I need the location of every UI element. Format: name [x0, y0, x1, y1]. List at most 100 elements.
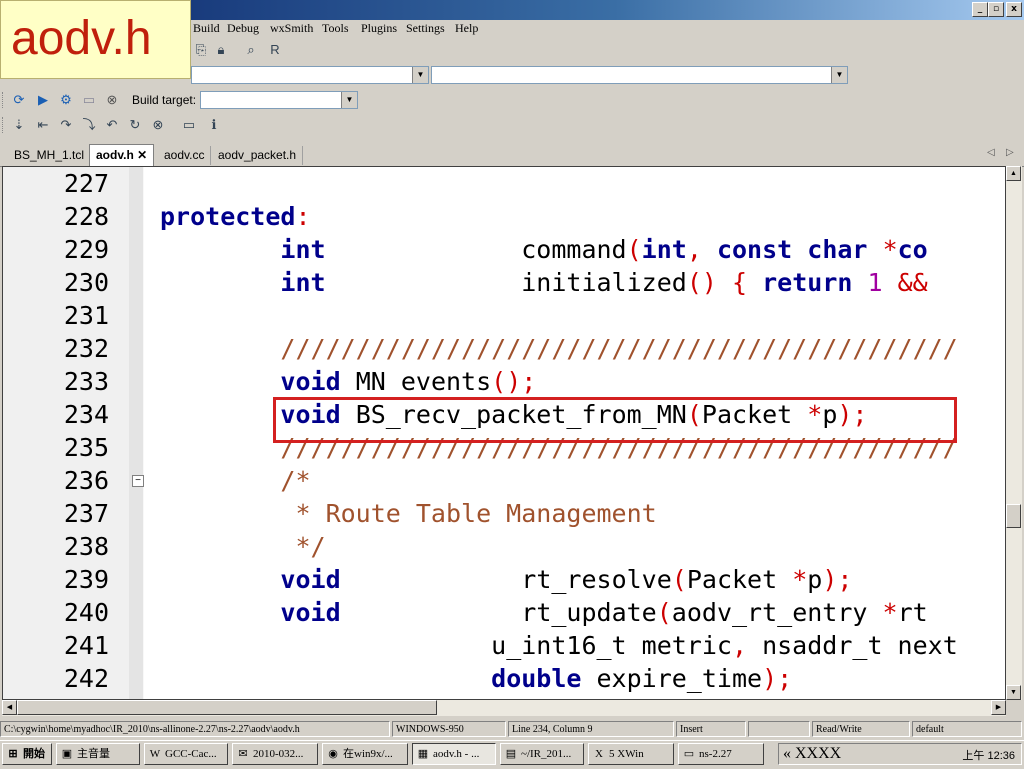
step-out-icon[interactable]: ↶ [103, 116, 121, 134]
horizontal-scrollbar[interactable]: ◀ ▶ [2, 700, 1006, 716]
run-to-cursor-icon[interactable]: ⇤ [34, 116, 52, 134]
menu-help[interactable]: Help [455, 21, 478, 36]
status-access: Read/Write [812, 721, 910, 737]
code-line[interactable]: 231 [3, 299, 1005, 332]
code-line[interactable]: 232 ////////////////////////////////////… [3, 332, 1005, 365]
tab-bs-mh-1-tcl[interactable]: BS_MH_1.tcl [8, 146, 92, 165]
chevron-down-icon[interactable]: ▼ [341, 92, 357, 108]
line-number: 233 [63, 367, 109, 396]
taskbar-item[interactable]: ✉ 2010-032... [232, 743, 318, 765]
start-button[interactable]: ⊞ 開始 [2, 743, 52, 765]
code-line[interactable]: 229 int command(int, const char *co [3, 233, 1005, 266]
clock[interactable]: 上午 12:36 [962, 747, 1015, 763]
code-line[interactable]: 233 void MN events(); [3, 365, 1005, 398]
scroll-down-icon[interactable]: ▼ [1006, 685, 1021, 700]
restore-button[interactable]: ▫ [988, 2, 1004, 17]
code-line[interactable]: 241 u_int16_t metric, nsaddr_t next [3, 629, 1005, 662]
vertical-scroll-thumb[interactable] [1006, 504, 1021, 528]
menu-settings[interactable]: Settings [406, 21, 445, 36]
tab-scroll-right-icon[interactable]: ▷ [1006, 147, 1014, 158]
status-file-path: C:\cygwin\home\myadhoc\IR_2010\ns-allino… [0, 721, 390, 737]
taskbar-item[interactable]: ▤ ~/IR_201... [500, 743, 584, 765]
replace-icon[interactable]: R [266, 41, 284, 59]
function-dropdown[interactable]: ▼ [431, 66, 848, 84]
code-line[interactable]: 237 * Route Table Management [3, 497, 1005, 530]
code-text: int command(int, const char *co [160, 233, 927, 266]
vertical-scrollbar[interactable]: ▲ ▼ [1006, 166, 1022, 700]
code-line[interactable]: 236 /* [3, 464, 1005, 497]
toolbar-grip[interactable] [2, 117, 6, 133]
line-number: 236 [63, 466, 109, 495]
step-into-icon[interactable]: ⤵ [80, 116, 98, 134]
paste-icon[interactable]: ⎘ [192, 41, 210, 59]
scroll-left-icon[interactable]: ◀ [2, 700, 17, 715]
close-tab-icon[interactable]: ✕ [137, 148, 147, 162]
taskbar-item-label: ~/IR_201... [521, 748, 572, 760]
code-token: * [882, 235, 898, 264]
tab-aodv-cc[interactable]: aodv.cc [158, 146, 212, 165]
lock-icon[interactable]: 🔒︎ [212, 41, 230, 59]
chevron-down-icon[interactable]: ▼ [412, 67, 428, 83]
collapse-icon[interactable]: − [132, 475, 144, 487]
next-line-icon[interactable]: ↷ [57, 116, 75, 134]
debug-windows-icon[interactable]: ▭ [180, 116, 198, 134]
debug-continue-icon[interactable]: ⇣ [10, 116, 28, 134]
code-token: , [731, 631, 748, 660]
taskbar-item[interactable]: ◉ 在win9x/... [322, 743, 408, 765]
horizontal-scroll-thumb[interactable] [17, 700, 437, 715]
menu-debug[interactable]: Debug [227, 21, 259, 36]
xwin-icon: X [595, 748, 603, 760]
run-icon[interactable]: ▶ [34, 91, 52, 109]
rebuild-icon[interactable]: ▭ [80, 91, 98, 109]
info-icon[interactable]: ℹ [205, 116, 223, 134]
find-icon[interactable]: ⌕ [242, 41, 260, 59]
line-number: 228 [63, 202, 109, 231]
close-window-button[interactable]: x [1006, 2, 1022, 17]
build-run-icon[interactable]: ⚙ [57, 91, 75, 109]
code-text: /* [160, 464, 310, 497]
tab-scroll-left-icon[interactable]: ◁ [987, 147, 995, 158]
tab-label: BS_MH_1.tcl [14, 148, 85, 162]
menu-wxsmith[interactable]: wxSmith [270, 21, 313, 36]
stop-debug-icon[interactable]: ⊗ [149, 116, 167, 134]
line-number: 234 [63, 400, 109, 429]
scroll-right-icon[interactable]: ▶ [991, 700, 1006, 715]
abort-icon[interactable]: ⊗ [103, 91, 121, 109]
code-line[interactable]: 230 int initialized() { return 1 && [3, 266, 1005, 299]
taskbar-item[interactable]: ▭ ns-2.27 [678, 743, 764, 765]
code-token: ); [762, 664, 793, 693]
code-token: int [641, 235, 687, 264]
scope-dropdown[interactable]: ▼ [191, 66, 429, 84]
menu-build[interactable]: Build [193, 21, 220, 36]
code-line[interactable]: 238 */ [3, 530, 1005, 563]
tray-icons[interactable]: « XXXX [783, 745, 841, 763]
taskbar-item-active[interactable]: ▦ aodv.h - ... [412, 743, 496, 765]
build-icon[interactable]: ⟳ [10, 91, 28, 109]
code-editor[interactable]: 227 228 protected: 229 int command(int, con… [2, 166, 1006, 700]
tab-aodv-h[interactable]: aodv.h ✕ [89, 144, 155, 166]
code-line[interactable]: 227 [3, 167, 1005, 200]
taskbar-item-label: 5 XWin [609, 748, 644, 760]
taskbar-item[interactable]: ▣ 主音量 [56, 743, 140, 765]
editor-tabs: BS_MH_1.tcl aodv.h ✕ aodv.cc aodv_packet… [0, 144, 1024, 167]
taskbar-item[interactable]: X 5 XWin [588, 743, 674, 765]
minimize-button[interactable]: _ [972, 2, 988, 17]
toolbar-grip[interactable] [2, 92, 6, 108]
taskbar-item[interactable]: W GCC-Cac... [144, 743, 228, 765]
next-instruction-icon[interactable]: ↻ [126, 116, 144, 134]
menu-tools[interactable]: Tools [322, 21, 349, 36]
code-token: protected [160, 202, 296, 231]
code-line[interactable]: 239 void rt_resolve(Packet *p); [3, 563, 1005, 596]
build-target-dropdown[interactable]: ▼ [200, 91, 358, 109]
code-line[interactable]: 242 double expire_time); [3, 662, 1005, 695]
menu-plugins[interactable]: Plugins [361, 21, 397, 36]
tab-aodv-packet-h[interactable]: aodv_packet.h [212, 146, 304, 165]
chevron-down-icon[interactable]: ▼ [831, 67, 847, 83]
code-line[interactable]: 240 void rt_update(aodv_rt_entry *rt [3, 596, 1005, 629]
scroll-up-icon[interactable]: ▲ [1006, 166, 1021, 181]
taskbar-item-label: ns-2.27 [699, 748, 732, 760]
code-line[interactable]: 228 protected: [3, 200, 1005, 233]
